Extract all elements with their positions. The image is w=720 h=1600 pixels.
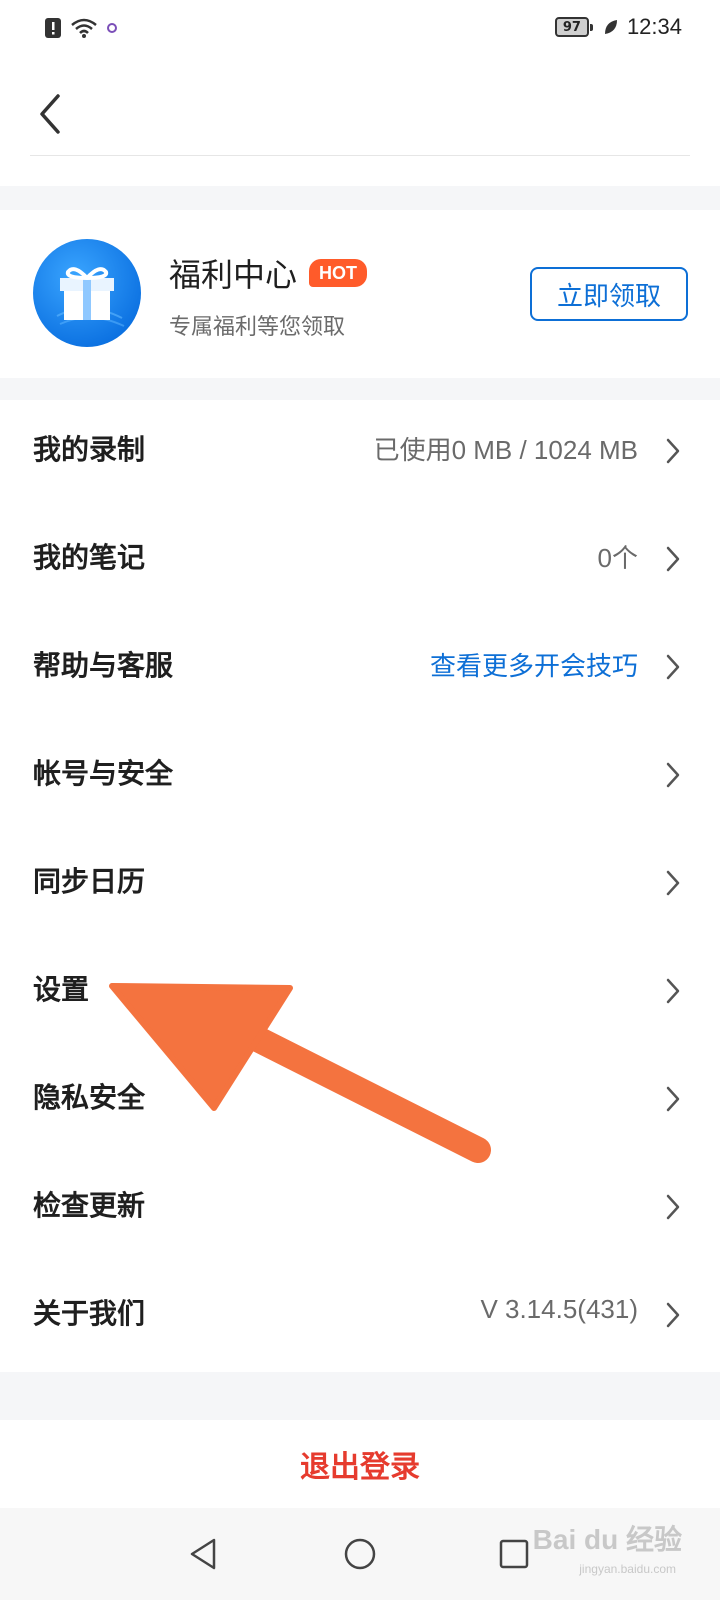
menu-item-privacy[interactable]: 隐私安全 xyxy=(0,1048,720,1156)
chevron-right-icon xyxy=(666,978,680,1004)
benefits-card[interactable]: 福利中心 HOT 专属福利等您领取 立即领取 xyxy=(0,210,720,378)
help-tips-link[interactable]: 查看更多开会技巧 xyxy=(430,646,638,683)
menu-item-recordings[interactable]: 我的录制 已使用0 MB / 1024 MB xyxy=(0,400,720,508)
watermark-logo: Bai du 经验 xyxy=(532,1524,682,1555)
chevron-right-icon xyxy=(666,762,680,788)
chevron-right-icon xyxy=(666,546,680,572)
menu-item-label: 帐号与安全 xyxy=(33,757,174,790)
menu-item-about[interactable]: 关于我们 V 3.14.5(431) xyxy=(0,1264,720,1372)
menu-item-sync-calendar[interactable]: 同步日历 xyxy=(0,832,720,940)
gift-icon xyxy=(33,239,141,347)
menu-item-label: 我的笔记 xyxy=(33,541,146,574)
chevron-right-icon xyxy=(666,1086,680,1112)
benefits-title-row: 福利中心 HOT xyxy=(169,250,368,296)
menu-item-value: 0个 xyxy=(597,543,638,573)
menu-item-label: 隐私安全 xyxy=(33,1081,146,1114)
menu-item-label: 设置 xyxy=(33,973,90,1006)
app-notification-icon xyxy=(107,23,117,33)
logout-button[interactable]: 退出登录 xyxy=(0,1420,720,1508)
settings-menu: 我的录制 已使用0 MB / 1024 MB 我的笔记 0个 帮助与客服 查看更… xyxy=(0,400,720,1372)
battery-indicator: 97 xyxy=(554,17,593,37)
back-button[interactable] xyxy=(30,88,70,140)
chevron-right-icon xyxy=(666,870,680,896)
menu-item-notes[interactable]: 我的笔记 0个 xyxy=(0,508,720,616)
leaf-icon xyxy=(604,20,617,34)
benefits-title: 福利中心 xyxy=(169,256,298,294)
menu-item-label: 帮助与客服 xyxy=(33,649,174,682)
chevron-right-icon xyxy=(666,654,680,680)
alert-icon xyxy=(45,18,61,38)
top-header xyxy=(0,62,720,186)
watermark-url: jingyan.baidu.com xyxy=(579,1562,676,1576)
chevron-right-icon xyxy=(666,1194,680,1220)
chevron-right-icon xyxy=(666,438,680,464)
nav-back-icon[interactable] xyxy=(182,1532,226,1576)
menu-item-help[interactable]: 帮助与客服 查看更多开会技巧 xyxy=(0,616,720,724)
app-version: V 3.14.5(431) xyxy=(480,1294,638,1324)
wifi-icon xyxy=(71,18,97,38)
benefits-subtitle: 专属福利等您领取 xyxy=(169,315,346,340)
menu-item-check-update[interactable]: 检查更新 xyxy=(0,1156,720,1264)
status-bar: 97 12:34 xyxy=(0,0,720,62)
menu-item-label: 检查更新 xyxy=(33,1189,146,1222)
menu-item-label: 我的录制 xyxy=(33,433,146,466)
battery-level: 97 xyxy=(562,19,581,35)
chevron-right-icon xyxy=(666,1302,680,1328)
menu-item-label: 关于我们 xyxy=(33,1297,146,1330)
status-time: 12:34 xyxy=(626,14,682,39)
header-divider xyxy=(30,155,690,156)
menu-item-settings[interactable]: 设置 xyxy=(0,940,720,1048)
menu-item-value: 已使用0 MB / 1024 MB xyxy=(373,435,638,465)
hot-badge: HOT xyxy=(309,259,368,287)
menu-item-account-security[interactable]: 帐号与安全 xyxy=(0,724,720,832)
menu-item-label: 同步日历 xyxy=(33,865,146,898)
nav-home-icon[interactable] xyxy=(338,1532,382,1576)
chevron-left-icon xyxy=(40,94,60,134)
nav-recents-icon[interactable] xyxy=(492,1532,536,1576)
claim-now-button[interactable]: 立即领取 xyxy=(530,267,688,321)
